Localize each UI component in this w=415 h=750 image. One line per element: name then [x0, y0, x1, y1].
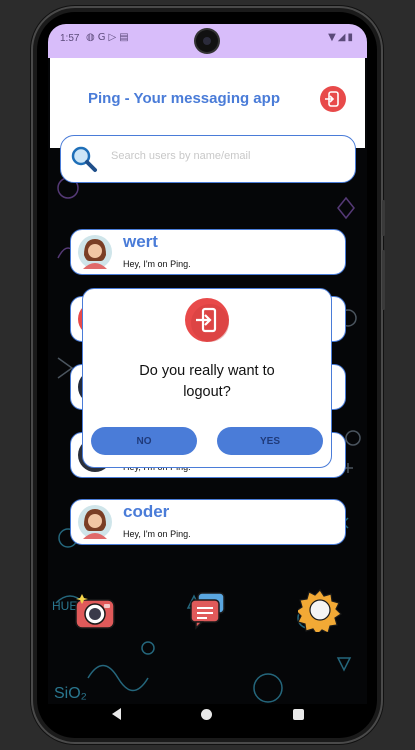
- user-name: coder: [123, 502, 170, 521]
- user-card[interactable]: wert Hey, I'm on Ping.: [70, 229, 346, 275]
- app-title: Ping - Your messaging app: [88, 90, 280, 107]
- user-status: Hey, I'm on Ping.: [123, 529, 191, 539]
- android-nav-bar: [48, 690, 367, 740]
- sim-icon: ▤: [119, 32, 132, 43]
- power-button: [382, 250, 385, 310]
- avatar: [78, 235, 112, 269]
- user-card[interactable]: coder Hey, I'm on Ping.: [70, 499, 346, 545]
- logout-button[interactable]: [320, 86, 346, 112]
- dialog-message: Do you really want to logout?: [83, 361, 331, 403]
- dialog-message-line1: Do you really want to: [139, 363, 275, 379]
- user-status: Hey, I'm on Ping.: [123, 259, 191, 269]
- logout-icon: [325, 91, 339, 107]
- search-bar: [60, 135, 356, 183]
- home-icon[interactable]: [201, 709, 212, 720]
- play-icon: ▷: [108, 32, 120, 43]
- search-icon[interactable]: [69, 144, 99, 174]
- yes-button[interactable]: YES: [217, 427, 323, 455]
- recents-icon[interactable]: [293, 709, 304, 720]
- no-button[interactable]: NO: [91, 427, 197, 455]
- google-icon: G: [97, 32, 109, 43]
- logout-icon: [185, 298, 229, 342]
- search-input[interactable]: [109, 149, 343, 163]
- logout-dialog: Do you really want to logout? NO YES: [82, 288, 332, 468]
- camera-icon[interactable]: [74, 592, 118, 632]
- settings-icon[interactable]: [298, 588, 342, 632]
- status-left-icons: ◍G▷▤: [86, 32, 132, 43]
- wifi-icon: ▼: [328, 32, 338, 43]
- battery-icon: ▮: [347, 32, 355, 43]
- user-name: wert: [123, 232, 158, 251]
- dialog-message-line2: logout?: [183, 384, 231, 400]
- status-bar: 1:57 ◍G▷▤ ▼◢▮: [48, 24, 367, 58]
- front-camera: [196, 30, 218, 52]
- screen: HUE SiO₂ HUE 1:57 ◍G▷▤ ▼◢▮ Ping - Your m…: [48, 24, 367, 704]
- privacy-icon: ◍: [86, 32, 98, 43]
- volume-button: [382, 200, 385, 236]
- status-time: 1:57: [60, 33, 80, 44]
- chat-icon[interactable]: [188, 590, 228, 630]
- avatar: [78, 505, 112, 539]
- status-right-icons: ▼◢▮: [328, 32, 355, 43]
- back-icon[interactable]: [112, 708, 121, 720]
